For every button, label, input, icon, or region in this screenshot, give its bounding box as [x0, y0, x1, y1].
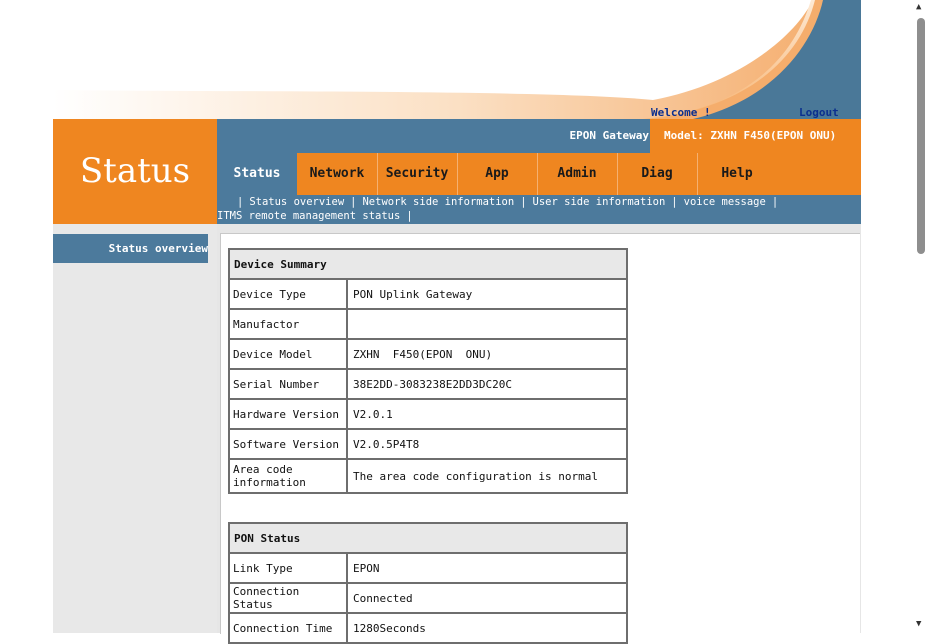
- device-type-value: PON Uplink Gateway: [346, 278, 628, 310]
- subnav-voice-message[interactable]: voice message: [684, 196, 766, 208]
- tab-status[interactable]: Status: [217, 153, 297, 195]
- table-row: Hardware Version V2.0.1: [228, 398, 628, 430]
- sidebar-item-status-overview[interactable]: Status overview: [53, 234, 208, 263]
- scroll-down-arrow-icon[interactable]: ▼: [916, 619, 921, 629]
- subnav-separator: |: [520, 196, 527, 208]
- main-tab-bar: Status Network Security App Admin Diag H…: [217, 153, 861, 195]
- subnav-separator: |: [671, 196, 678, 208]
- page-title-block: Status: [53, 119, 217, 224]
- hardware-version-label: Hardware Version: [228, 398, 348, 430]
- subnav-separator: |: [237, 196, 244, 208]
- software-version-label: Software Version: [228, 428, 348, 460]
- subnav-network-side-information[interactable]: Network side information: [362, 196, 514, 208]
- welcome-text: Welcome !: [651, 106, 711, 119]
- subnav-row-1: | Status overview | Network side informatio…: [231, 196, 784, 208]
- area-code-value: The area code configuration is normal: [346, 458, 628, 494]
- tab-diag[interactable]: Diag: [617, 153, 698, 195]
- connection-status-label: Connection Status: [228, 582, 348, 614]
- serial-number-label: Serial Number: [228, 368, 348, 400]
- device-summary-title: Device Summary: [228, 248, 628, 280]
- tab-app[interactable]: App: [457, 153, 538, 195]
- gateway-label: EPON Gateway: [569, 129, 649, 142]
- hardware-version-value: V2.0.1: [346, 398, 628, 430]
- connection-status-value: Connected: [346, 582, 628, 614]
- tab-admin[interactable]: Admin: [537, 153, 618, 195]
- subnav-itms-remote-management-status[interactable]: ITMS remote management status: [217, 210, 400, 222]
- sub-navigation: | Status overview | Network side informatio…: [217, 195, 861, 224]
- tab-network[interactable]: Network: [297, 153, 378, 195]
- link-type-value: EPON: [346, 552, 628, 584]
- device-type-label: Device Type: [228, 278, 348, 310]
- header-banner: [53, 0, 861, 119]
- table-row: Connection Time 1280Seconds: [228, 612, 628, 644]
- model-label: Model: ZXHN F450(EPON ONU): [664, 129, 837, 142]
- table-row: Device Model ZXHN F450(EPON ONU): [228, 338, 628, 370]
- scrollbar-thumb[interactable]: [917, 18, 925, 254]
- logout-link[interactable]: Logout: [799, 106, 839, 119]
- link-type-label: Link Type: [228, 552, 348, 584]
- page-title: Status: [79, 151, 191, 191]
- software-version-value: V2.0.5P4T8: [346, 428, 628, 460]
- table-row: Serial Number 38E2DD-3083238E2DD3DC20C: [228, 368, 628, 400]
- banner-swoosh-graphic: [53, 0, 861, 119]
- device-summary-table: Device Summary Device Type PON Uplink Gat…: [228, 248, 628, 494]
- connection-time-value: 1280Seconds: [346, 612, 628, 644]
- serial-number-value: 38E2DD-3083238E2DD3DC20C: [346, 368, 628, 400]
- connection-time-label: Connection Time: [228, 612, 348, 644]
- subnav-status-overview[interactable]: Status overview: [249, 196, 344, 208]
- device-model-value: ZXHN F450(EPON ONU): [346, 338, 628, 370]
- scroll-up-arrow-icon[interactable]: ▲: [916, 2, 921, 12]
- device-model-label: Device Model: [228, 338, 348, 370]
- manufactor-label: Manufactor: [228, 308, 348, 340]
- table-row: Software Version V2.0.5P4T8: [228, 428, 628, 460]
- subnav-separator: |: [771, 196, 779, 208]
- sidebar-item-label: Status overview: [108, 242, 208, 255]
- vertical-scrollbar[interactable]: ▲ ▼: [913, 0, 929, 633]
- table-row: Manufactor: [228, 308, 628, 340]
- table-row: Area code information The area code confi…: [228, 458, 628, 494]
- table-row: Connection Status Connected: [228, 582, 628, 614]
- subnav-separator: |: [350, 196, 357, 208]
- pon-status-title: PON Status: [228, 522, 628, 554]
- tab-security[interactable]: Security: [377, 153, 458, 195]
- subnav-row-2: ITMS remote management status |: [217, 210, 419, 222]
- manufactor-value: [346, 308, 628, 340]
- area-code-label: Area code information: [228, 458, 348, 494]
- subnav-separator: |: [406, 210, 413, 222]
- table-row: Device Type PON Uplink Gateway: [228, 278, 628, 310]
- subnav-user-side-information[interactable]: User side information: [533, 196, 666, 208]
- model-box: Model: ZXHN F450(EPON ONU): [650, 119, 861, 153]
- table-row: Link Type EPON: [228, 552, 628, 584]
- pon-status-table: PON Status Link Type EPON Connection Stat…: [228, 522, 628, 644]
- sidebar: Status overview: [53, 224, 217, 633]
- tab-help[interactable]: Help: [697, 153, 777, 195]
